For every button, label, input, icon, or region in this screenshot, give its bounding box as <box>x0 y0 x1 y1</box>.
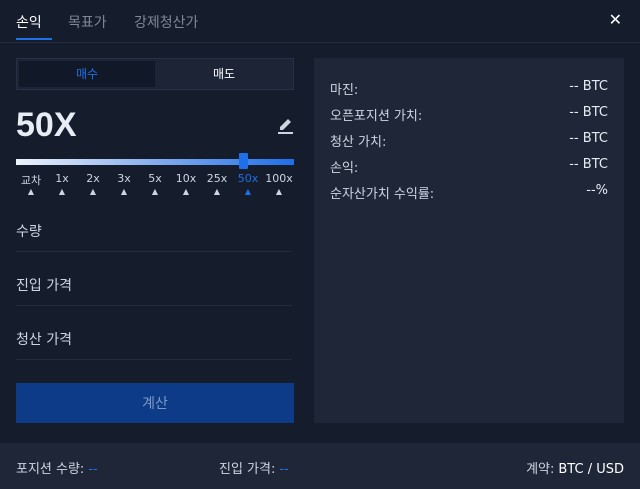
result-value: -- BTC <box>569 157 608 172</box>
result-row-margin: 마진: -- BTC <box>330 79 608 98</box>
result-label: 오픈포지션 가치: <box>330 109 423 124</box>
result-value: -- BTC <box>569 131 608 146</box>
footer-entry-price-label: 진입 가격: <box>219 462 276 477</box>
footer-contract-label: 계약: <box>526 462 555 477</box>
exit-price-input[interactable] <box>16 323 296 361</box>
footer-contract-value: BTC / USD <box>558 462 624 477</box>
result-value: -- BTC <box>569 105 608 120</box>
result-label: 청산 가치: <box>330 135 387 150</box>
footer-position-qty-label: 포지션 수량: <box>16 462 85 477</box>
footer-contract: 계약: BTC / USD <box>526 458 624 477</box>
result-label: 순자산가치 수익률: <box>330 187 435 202</box>
calculate-button[interactable]: 계산 <box>16 383 294 423</box>
results-panel: 마진: -- BTC 오픈포지션 가치: -- BTC 청산 가치: -- BT… <box>314 58 624 423</box>
sell-button[interactable]: 매도 <box>157 61 291 87</box>
result-value: -- BTC <box>569 79 608 94</box>
tab-pnl[interactable]: 손익 <box>16 12 42 32</box>
entry-price-input[interactable] <box>16 269 296 307</box>
footer-position-qty-value: -- <box>88 462 98 477</box>
close-icon[interactable]: ✕ <box>609 10 622 29</box>
leverage-slider[interactable] <box>16 153 294 169</box>
tab-target-price[interactable]: 목표가 <box>68 12 107 32</box>
result-value: --% <box>586 183 608 198</box>
result-row-pnl: 손익: -- BTC <box>330 157 608 176</box>
side-toggle: 매수 매도 <box>16 58 294 90</box>
footer-entry-price-value: -- <box>279 462 289 477</box>
result-row-exit-value: 청산 가치: -- BTC <box>330 131 608 150</box>
quantity-field[interactable]: 수량 <box>16 215 296 253</box>
tab-liquidation-price[interactable]: 강제청산가 <box>134 12 198 32</box>
buy-button[interactable]: 매수 <box>19 61 155 87</box>
exit-price-field[interactable]: 청산 가격 <box>16 323 296 361</box>
result-row-roe: 순자산가치 수익률: --% <box>330 183 608 202</box>
tick-label: 100x <box>265 172 293 185</box>
leverage-value: 50X <box>16 106 77 144</box>
tab-bar: 손익 목표가 강제청산가 ✕ <box>0 0 640 43</box>
footer-entry-price: 진입 가격: -- <box>219 458 289 477</box>
triangle-up-icon: ▲ <box>275 187 283 196</box>
result-label: 마진: <box>330 83 359 98</box>
entry-price-field[interactable]: 진입 가격 <box>16 269 296 307</box>
active-tab-indicator <box>16 38 52 40</box>
footer-position-qty: 포지션 수량: -- <box>16 458 98 477</box>
leverage-ticks: 교차 ▲ 1x ▲ 2x ▲ 3x ▲ 5x ▲ 10x ▲ 25x ▲ 50x ▲ 100x ▲ <box>0 172 310 196</box>
slider-handle[interactable] <box>239 153 248 169</box>
pencil-icon[interactable] <box>276 116 294 136</box>
result-row-position-value: 오픈포지션 가치: -- BTC <box>330 105 608 124</box>
quantity-input[interactable] <box>16 215 296 253</box>
slider-track <box>16 159 294 165</box>
tick-100x[interactable]: 100x ▲ <box>259 172 299 197</box>
result-label: 손익: <box>330 161 359 176</box>
footer-bar: 포지션 수량: -- 진입 가격: -- 계약: BTC / USD <box>0 443 640 489</box>
